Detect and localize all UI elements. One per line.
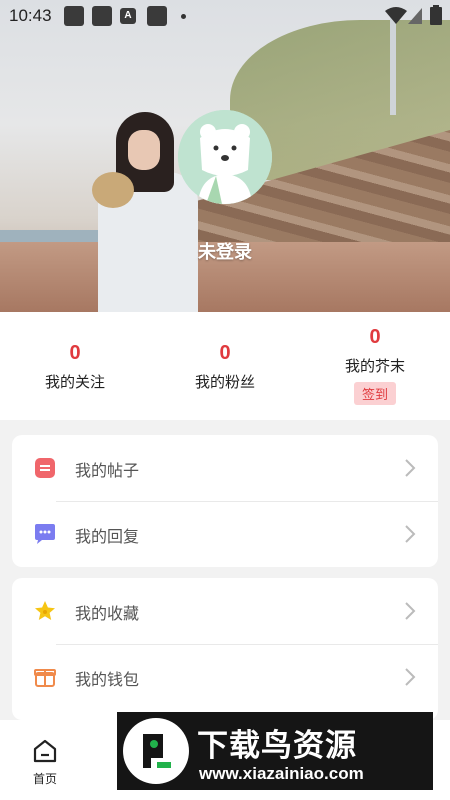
stat-following[interactable]: 0 我的关注 (0, 342, 150, 392)
watermark-logo (123, 718, 189, 784)
status-time: 10:43 (9, 6, 52, 25)
notification-icon (92, 6, 112, 26)
signin-button[interactable]: 签到 (353, 382, 396, 405)
login-status-text[interactable]: 未登录 (0, 238, 450, 264)
battery-icon (430, 5, 442, 25)
star-icon (35, 601, 55, 620)
reply-icon (35, 524, 55, 544)
menu-card-assets: 我的收藏 我的钱包 (12, 578, 438, 720)
watermark-banner: 下载鸟资源 www.xiazainiao.com (117, 712, 433, 790)
chevron-right-icon (405, 459, 416, 477)
notification-icon (147, 6, 167, 26)
following-label: 我的关注 (44, 373, 105, 391)
signal-icon (408, 8, 422, 24)
menu-item-label: 我的帖子 (75, 461, 140, 480)
tab-home[interactable]: 首页 (16, 738, 74, 787)
watermark-url: www.xiazainiao.com (199, 764, 364, 783)
jiemo-label: 我的芥末 (344, 357, 405, 375)
home-icon (33, 739, 57, 763)
chevron-right-icon (405, 525, 416, 543)
stats-panel: 0 我的关注 0 我的粉丝 0 我的芥末 签到 (0, 312, 450, 420)
menu-item-my-wallet[interactable]: 我的钱包 (12, 644, 438, 710)
chevron-right-icon (405, 668, 416, 686)
wifi-icon (385, 7, 407, 24)
menu-item-label: 我的钱包 (75, 670, 140, 689)
chevron-right-icon (405, 602, 416, 620)
menu-item-label: 我的收藏 (75, 604, 140, 623)
post-icon (35, 458, 55, 478)
jiemo-count: 0 (369, 326, 381, 348)
menu-item-my-replies[interactable]: 我的回复 (12, 501, 438, 567)
followers-count: 0 (219, 342, 231, 364)
status-bar: 10:43 A (0, 0, 450, 32)
bear-avatar-icon (178, 110, 272, 204)
menu-card-posts: 我的帖子 我的回复 (12, 435, 438, 567)
menu-item-label: 我的回复 (75, 527, 140, 546)
a-icon: A (120, 8, 136, 24)
stat-jiemo[interactable]: 0 我的芥末 签到 (300, 326, 450, 405)
avatar[interactable] (178, 110, 272, 204)
watermark-title: 下载鸟资源 (197, 728, 357, 764)
menu-item-my-posts[interactable]: 我的帖子 (12, 435, 438, 501)
more-dot-icon (181, 14, 186, 19)
tab-home-label: 首页 (32, 772, 57, 786)
notification-icon (64, 6, 84, 26)
menu-item-my-favorites[interactable]: 我的收藏 (12, 578, 438, 644)
stat-followers[interactable]: 0 我的粉丝 (150, 342, 300, 392)
wallet-icon (34, 669, 56, 687)
following-count: 0 (69, 342, 81, 364)
followers-label: 我的粉丝 (194, 373, 255, 391)
